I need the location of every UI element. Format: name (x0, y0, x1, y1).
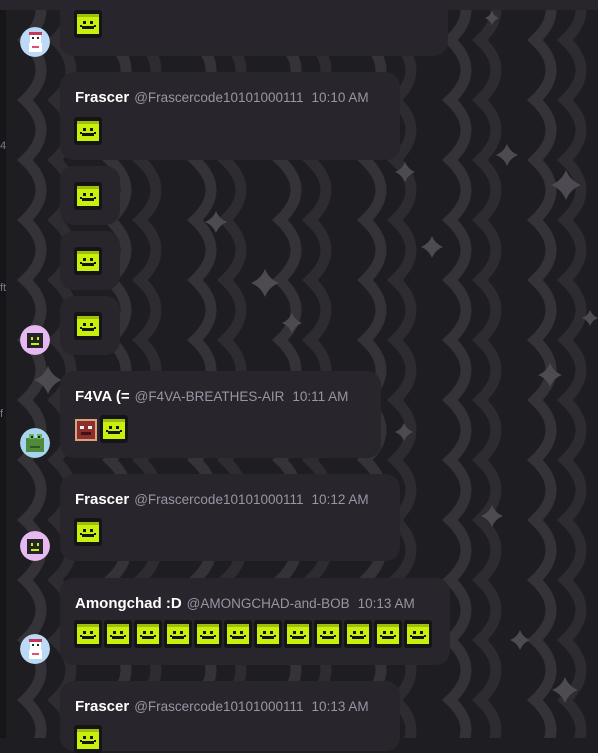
green-face-emoji-icon[interactable] (74, 182, 102, 210)
message-bubble[interactable] (60, 0, 448, 56)
green-face-emoji-icon[interactable] (374, 620, 402, 648)
green-face-emoji-icon[interactable] (224, 620, 252, 648)
green-face-emoji-icon[interactable] (74, 10, 102, 38)
green-face-emoji-icon[interactable] (344, 620, 372, 648)
wave-stripe (556, 0, 587, 738)
author-name[interactable]: F4VA (= (75, 388, 130, 405)
message-bubble[interactable]: Frascer @Frascercode10101000111 10:12 AM (60, 474, 400, 561)
green-face-emoji-icon[interactable] (104, 620, 132, 648)
emoji-row (74, 247, 102, 275)
green-face-emoji-icon[interactable] (74, 312, 102, 340)
message-bubble[interactable]: Frascer @Frascercode10101000111 10:13 AM (60, 681, 400, 753)
emoji-row (74, 725, 102, 753)
wave-stripe (471, 0, 502, 738)
author-handle: @AMONGCHAD-and-BOB (186, 596, 350, 611)
sparkle-shape (538, 363, 562, 387)
green-face-emoji-icon[interactable] (254, 620, 282, 648)
sidebar-edge-glyph: f (0, 408, 4, 420)
sparkle-shape (496, 144, 518, 166)
author-name[interactable]: Frascer (75, 698, 129, 715)
sparkle-shape (421, 236, 443, 258)
red-creature-emoji-icon[interactable] (74, 418, 98, 442)
message-header: Frascer @Frascercode10101000111 10:13 AM (75, 698, 369, 716)
green-face-emoji-icon[interactable] (74, 117, 102, 145)
sidebar-edge-glyph: ft (0, 282, 7, 294)
green-face-emoji-icon[interactable] (100, 415, 128, 443)
user-avatar[interactable] (20, 325, 50, 355)
message-bubble[interactable] (60, 166, 120, 225)
emoji-row (74, 117, 102, 145)
green-face-emoji-icon[interactable] (74, 518, 102, 546)
emoji-row (74, 415, 128, 443)
wave-stripe (441, 0, 472, 738)
green-face-emoji-icon[interactable] (194, 620, 222, 648)
sparkle-shape (251, 269, 279, 297)
message-bubble[interactable]: Frascer @Frascercode10101000111 10:10 AM (60, 72, 400, 160)
author-handle: @Frascercode10101000111 (134, 699, 304, 714)
author-handle: @Frascercode10101000111 (134, 90, 304, 105)
emoji-row (74, 518, 102, 546)
author-name[interactable]: Amongchad :D (75, 595, 182, 612)
author-name[interactable]: Frascer (75, 491, 129, 508)
green-face-emoji-icon[interactable] (134, 620, 162, 648)
user-avatar[interactable] (20, 27, 50, 57)
emoji-row (74, 312, 102, 340)
message-header: Frascer @Frascercode10101000111 10:12 AM (75, 491, 369, 509)
snowman-avatar-icon (20, 27, 50, 57)
timestamp: 10:10 AM (311, 90, 369, 105)
sidebar-edge (0, 0, 6, 738)
frog-avatar-icon (20, 428, 50, 458)
user-avatar[interactable] (20, 531, 50, 561)
robot-avatar-icon (20, 325, 50, 355)
emoji-row (74, 10, 102, 38)
message-bubble[interactable] (60, 296, 120, 355)
green-face-emoji-icon[interactable] (404, 620, 432, 648)
green-face-emoji-icon[interactable] (74, 725, 102, 753)
sparkle-shape (510, 630, 530, 650)
green-face-emoji-icon[interactable] (74, 620, 102, 648)
timestamp: 10:11 AM (292, 389, 349, 404)
sidebar-edge-glyph: 4 (0, 140, 7, 152)
robot-avatar-icon (20, 531, 50, 561)
snowman-avatar-icon (20, 634, 50, 664)
message-header: Amongchad :D @AMONGCHAD-and-BOB 10:13 AM (75, 595, 415, 613)
message-bubble[interactable]: Amongchad :D @AMONGCHAD-and-BOB 10:13 AM (60, 578, 450, 665)
author-handle: @Frascercode10101000111 (134, 492, 304, 507)
message-header: Frascer @Frascercode10101000111 10:10 AM (75, 89, 369, 107)
green-face-emoji-icon[interactable] (314, 620, 342, 648)
green-face-emoji-icon[interactable] (164, 620, 192, 648)
wave-stripe (16, 0, 47, 738)
user-avatar[interactable] (20, 428, 50, 458)
timestamp: 10:13 AM (311, 699, 369, 714)
timestamp: 10:12 AM (311, 492, 369, 507)
emoji-row (74, 620, 432, 648)
green-face-emoji-icon[interactable] (284, 620, 312, 648)
message-bubble[interactable] (60, 231, 120, 290)
green-face-emoji-icon[interactable] (74, 247, 102, 275)
emoji-row (74, 182, 102, 210)
message-bubble[interactable]: F4VA (= @F4VA-BREATHES-AIR 10:11 AM (60, 371, 381, 458)
timestamp: 10:13 AM (357, 596, 415, 611)
author-handle: @F4VA-BREATHES-AIR (134, 389, 285, 404)
author-name[interactable]: Frascer (75, 89, 129, 106)
message-header: F4VA (= @F4VA-BREATHES-AIR 10:11 AM (75, 388, 348, 406)
user-avatar[interactable] (20, 634, 50, 664)
